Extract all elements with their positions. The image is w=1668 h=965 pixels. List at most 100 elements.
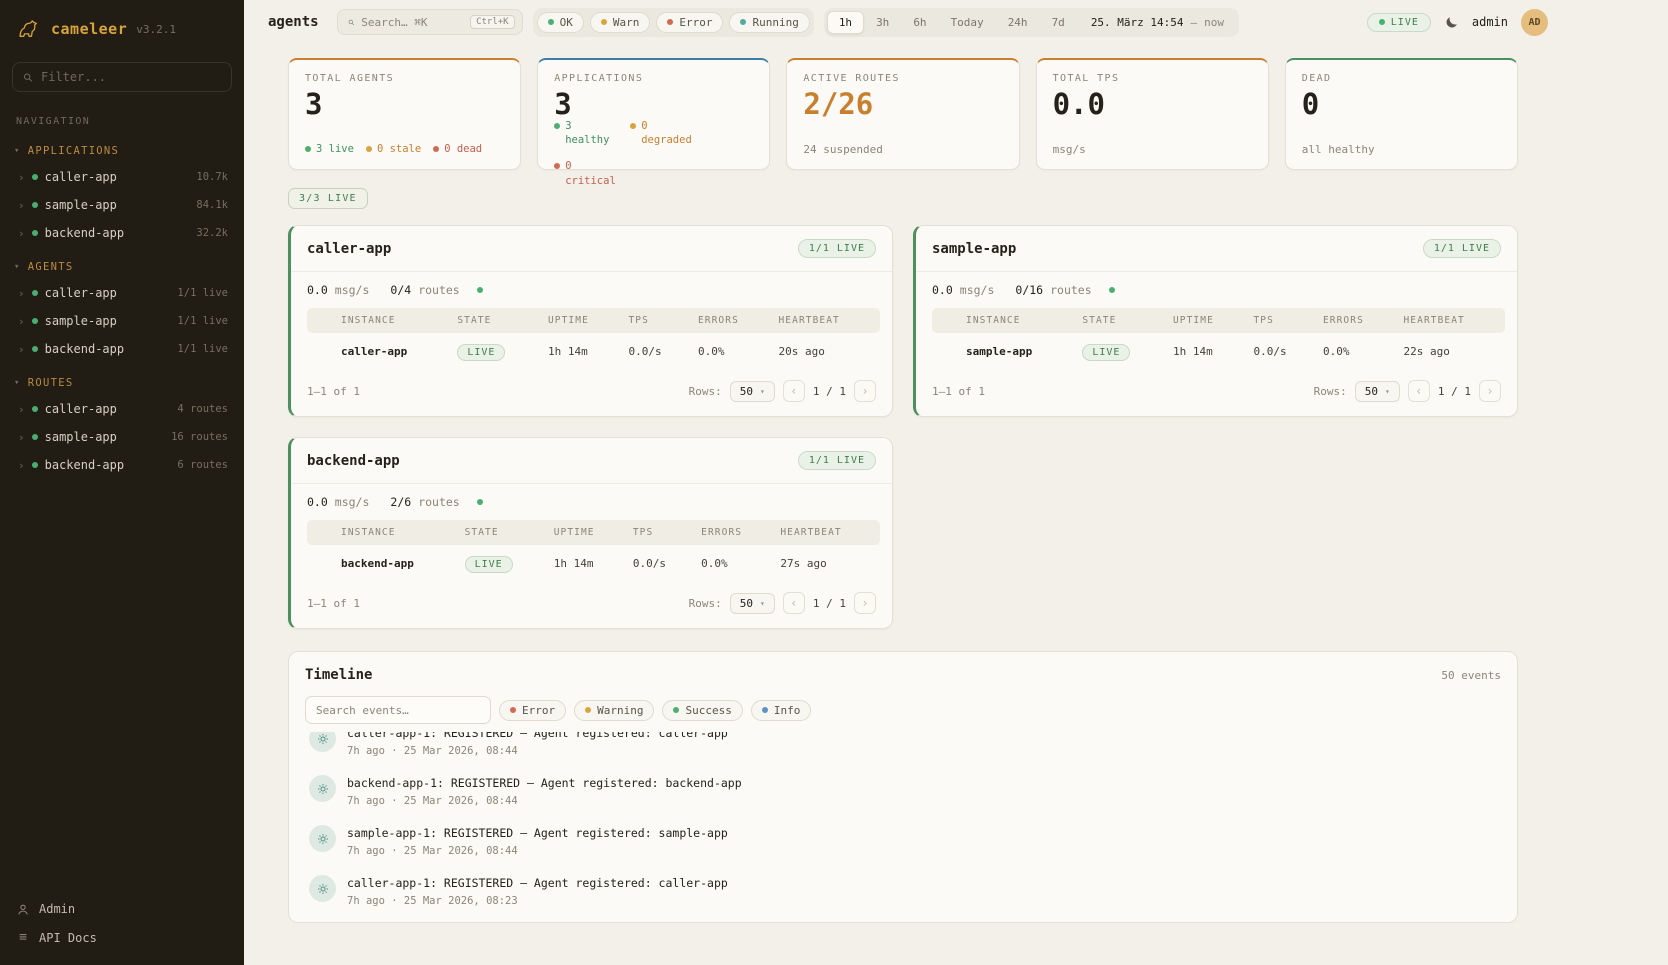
sidebar-item-applications-caller-app[interactable]: › caller-app 10.7k: [0, 163, 244, 191]
column-header: STATE: [1074, 308, 1165, 333]
event-text: caller-app-1: REGISTERED — Agent registe…: [347, 732, 728, 740]
routes-value: 0/4: [390, 283, 411, 297]
stat-subtext: all healthy: [1302, 143, 1501, 156]
sidebar-item-agents-backend-app[interactable]: › backend-app 1/1 live: [0, 335, 244, 363]
degraded-dot: [630, 123, 636, 129]
filter-running-pill[interactable]: Running: [729, 12, 809, 33]
filter-warn-pill[interactable]: Warn: [590, 12, 651, 33]
stat-card-total-agents: TOTAL AGENTS 3 3 live 0 stale 0 dead: [288, 58, 521, 170]
range-24h-button[interactable]: 24h: [996, 11, 1040, 34]
panel-sample-app: sample-app 1/1 LIVE 0.0 msg/s 0/16 route…: [913, 225, 1518, 417]
column-header: UPTIME: [540, 308, 621, 333]
sidebar-item-admin[interactable]: Admin: [16, 902, 228, 916]
item-label: caller-app: [45, 286, 117, 300]
sidebar-item-routes-caller-app[interactable]: › caller-app 4 routes: [0, 395, 244, 423]
timeline-event[interactable]: caller-app-1: REGISTERED — Agent registe…: [305, 732, 1501, 766]
column-header: ERRORS: [690, 308, 771, 333]
panel-header: caller-app 1/1 LIVE: [291, 226, 892, 272]
global-search[interactable]: Ctrl+K: [337, 9, 523, 35]
next-page-button[interactable]: ›: [854, 380, 876, 402]
item-badge: 4 routes: [177, 403, 228, 415]
filter-label: Error: [522, 704, 555, 717]
table-row[interactable]: sample-app LIVE 1h 14m 0.0/s 0.0% 22s ag…: [932, 333, 1505, 370]
sidebar-item-agents-caller-app[interactable]: › caller-app 1/1 live: [0, 279, 244, 307]
table-row[interactable]: backend-app LIVE 1h 14m 0.0/s 0.0% 27s a…: [307, 545, 880, 582]
filter-error-pill[interactable]: Error: [656, 12, 723, 33]
success-dot: [673, 707, 679, 713]
timeline-search[interactable]: [305, 696, 491, 724]
sidebar-item-routes-backend-app[interactable]: › backend-app 6 routes: [0, 451, 244, 479]
event-icon: [309, 825, 336, 852]
filter-ok-pill[interactable]: OK: [537, 12, 584, 33]
uptime-cell: 1h 14m: [546, 545, 625, 582]
timeline-event-list[interactable]: caller-app-1: REGISTERED — Agent registe…: [305, 732, 1501, 922]
error-status-dot: [667, 19, 673, 25]
table-row[interactable]: caller-app LIVE 1h 14m 0.0/s 0.0% 20s ag…: [307, 333, 880, 370]
prev-page-button[interactable]: ‹: [783, 592, 805, 614]
range-1h-button[interactable]: 1h: [827, 11, 864, 34]
prev-page-button[interactable]: ‹: [783, 380, 805, 402]
event-icon: [309, 875, 336, 902]
caret-down-icon: ▾: [14, 146, 21, 156]
item-badge: 1/1 live: [177, 343, 228, 355]
timeline-header: Timeline 50 events: [305, 667, 1501, 683]
warn-status-dot: [601, 19, 607, 25]
next-page-button[interactable]: ›: [854, 592, 876, 614]
rows-per-page-select[interactable]: 50 ▾: [1355, 381, 1400, 402]
chevron-right-icon: ›: [18, 287, 25, 300]
column-header: UPTIME: [1165, 308, 1246, 333]
rows-per-page-select[interactable]: 50 ▾: [730, 593, 775, 614]
timeline-filter-error-pill[interactable]: Error: [499, 700, 566, 721]
next-page-button[interactable]: ›: [1479, 380, 1501, 402]
theme-toggle-button[interactable]: [1444, 15, 1459, 30]
item-badge: 1/1 live: [177, 315, 228, 327]
instance-name: sample-app: [958, 333, 1074, 370]
sidebar-item-applications-backend-app[interactable]: › backend-app 32.2k: [0, 219, 244, 247]
topbar: agents Ctrl+K OK Warn Error Ru: [244, 0, 1668, 44]
uptime-cell: 1h 14m: [1165, 333, 1246, 370]
sidebar-item-routes-sample-app[interactable]: › sample-app 16 routes: [0, 423, 244, 451]
item-label: caller-app: [45, 402, 117, 416]
sidebar-filter[interactable]: [12, 62, 232, 92]
timeline-search-input[interactable]: [316, 704, 480, 717]
timeline-event[interactable]: sample-app-1: REGISTERED — Agent registe…: [305, 816, 1501, 866]
section-applications[interactable]: ▾ APPLICATIONS: [0, 131, 244, 163]
heartbeat-cell: 20s ago: [770, 333, 880, 370]
status-dot: [32, 406, 38, 412]
item-badge: 10.7k: [196, 171, 228, 183]
item-label: sample-app: [45, 430, 117, 444]
column-header: TPS: [625, 520, 693, 545]
item-label: backend-app: [45, 342, 124, 356]
stat-card-total-tps: TOTAL TPS 0.0 msg/s: [1036, 58, 1269, 170]
timeline-event[interactable]: backend-app-1: REGISTERED — Agent regist…: [305, 766, 1501, 816]
column-header: INSTANCE: [958, 308, 1074, 333]
sidebar-item-api-docs[interactable]: ≡ API Docs: [16, 930, 228, 945]
event-icon: [309, 775, 336, 802]
panel-stats: 0.0 msg/s 2/6 routes: [291, 484, 892, 518]
section-agents[interactable]: ▾ AGENTS: [0, 247, 244, 279]
caret-down-icon: ▾: [1385, 387, 1390, 396]
range-today-button[interactable]: Today: [939, 11, 996, 34]
dot-column-header: [307, 520, 333, 545]
section-routes[interactable]: ▾ ROUTES: [0, 363, 244, 395]
sidebar-filter-input[interactable]: [41, 70, 221, 84]
meta-label: 0 dead: [444, 142, 482, 156]
global-search-input[interactable]: [361, 16, 463, 29]
timeline-filter-info-pill[interactable]: Info: [751, 700, 812, 721]
meta-label: 3 live: [316, 142, 354, 156]
timeline-event[interactable]: caller-app-1: REGISTERED — Agent registe…: [305, 866, 1501, 916]
user-avatar[interactable]: AD: [1521, 9, 1548, 36]
sidebar-item-applications-sample-app[interactable]: › sample-app 84.1k: [0, 191, 244, 219]
rows-per-page-select[interactable]: 50 ▾: [730, 381, 775, 402]
range-6h-button[interactable]: 6h: [901, 11, 938, 34]
page-indicator: 1 / 1: [1438, 385, 1471, 398]
sidebar-item-agents-sample-app[interactable]: › sample-app 1/1 live: [0, 307, 244, 335]
timeline-filter-warning-pill[interactable]: Warning: [574, 700, 654, 721]
item-badge: 84.1k: [196, 199, 228, 211]
prev-page-button[interactable]: ‹: [1408, 380, 1430, 402]
item-badge: 16 routes: [171, 431, 228, 443]
meta-label: 0 stale: [377, 142, 421, 156]
range-7d-button[interactable]: 7d: [1040, 11, 1077, 34]
range-3h-button[interactable]: 3h: [864, 11, 901, 34]
timeline-filter-success-pill[interactable]: Success: [662, 700, 742, 721]
